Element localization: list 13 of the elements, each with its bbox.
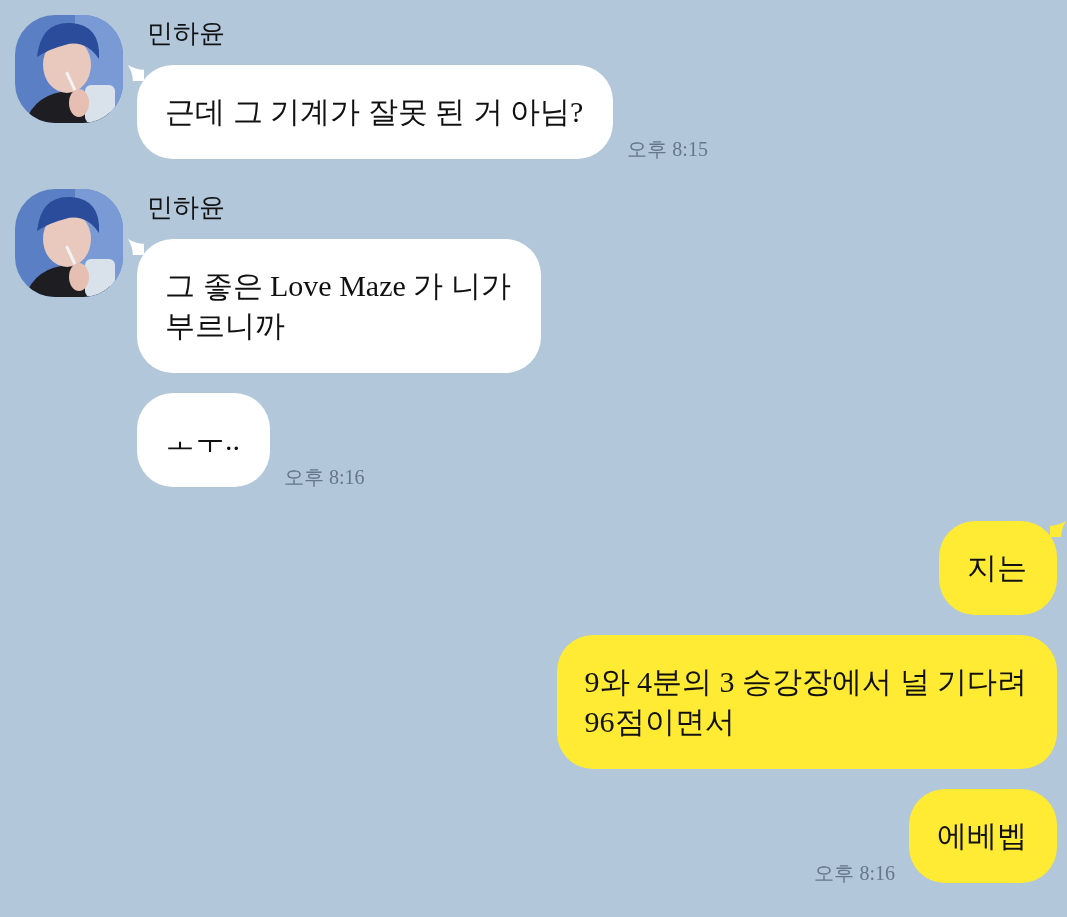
- message-text: 96점이면서: [584, 704, 736, 740]
- message-text: 지는: [967, 550, 1027, 586]
- message-text: 9와 4분의 3 승강장에서 널 기다려: [584, 664, 1027, 700]
- message-text: 근데 그 기계가 잘못 된 거 아님?: [165, 94, 584, 130]
- message-time: 오후 8:15: [627, 137, 708, 162]
- sender-name: 민하윤: [147, 192, 226, 224]
- message-text: ㅗㅜ..: [165, 422, 240, 458]
- message-text: 에베벱: [937, 818, 1027, 854]
- message-time: 오후 8:16: [814, 861, 895, 886]
- message-text: 그 좋은 Love Maze 가 니가: [165, 268, 511, 304]
- message-text: 부르니까: [165, 308, 286, 344]
- sender-name: 민하윤: [147, 18, 226, 50]
- message-time: 오후 8:16: [284, 465, 365, 490]
